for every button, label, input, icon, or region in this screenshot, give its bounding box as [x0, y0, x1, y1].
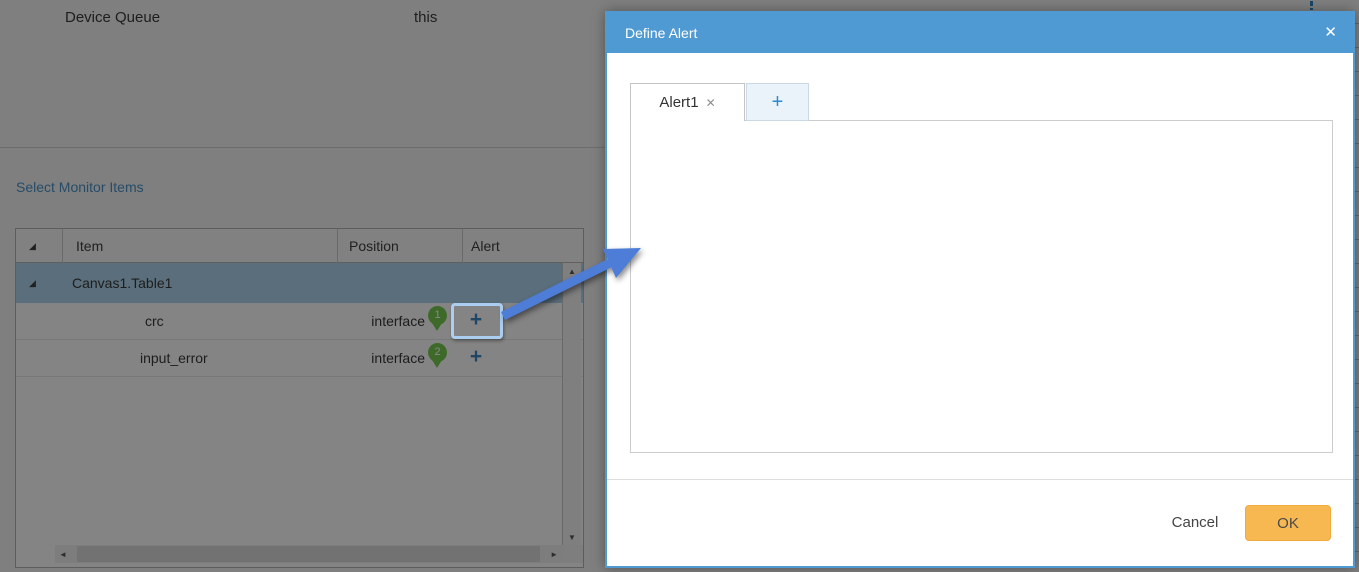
dialog-title: Define Alert [625, 25, 698, 41]
tab-alert1-label: Alert1 [659, 94, 699, 111]
ok-button[interactable]: OK [1245, 505, 1331, 541]
close-icon[interactable]: ✕ [1324, 13, 1337, 53]
alert-form-panel [630, 120, 1333, 453]
define-alert-dialog: Define Alert ✕ Alert1 ✕ + Name: Select A… [605, 11, 1355, 568]
highlight-box-annotation [451, 303, 503, 339]
plus-icon: + [771, 90, 784, 113]
cancel-button[interactable]: Cancel [1163, 505, 1227, 541]
dialog-header: Define Alert ✕ [607, 13, 1353, 53]
tab-add-button[interactable]: + [746, 83, 809, 121]
footer-divider [607, 479, 1353, 480]
screen: Device Queue this Select Monitor Items ◢… [0, 0, 1359, 572]
tab-close-icon[interactable]: ✕ [706, 96, 716, 110]
tab-alert1[interactable]: Alert1 ✕ [630, 83, 745, 121]
